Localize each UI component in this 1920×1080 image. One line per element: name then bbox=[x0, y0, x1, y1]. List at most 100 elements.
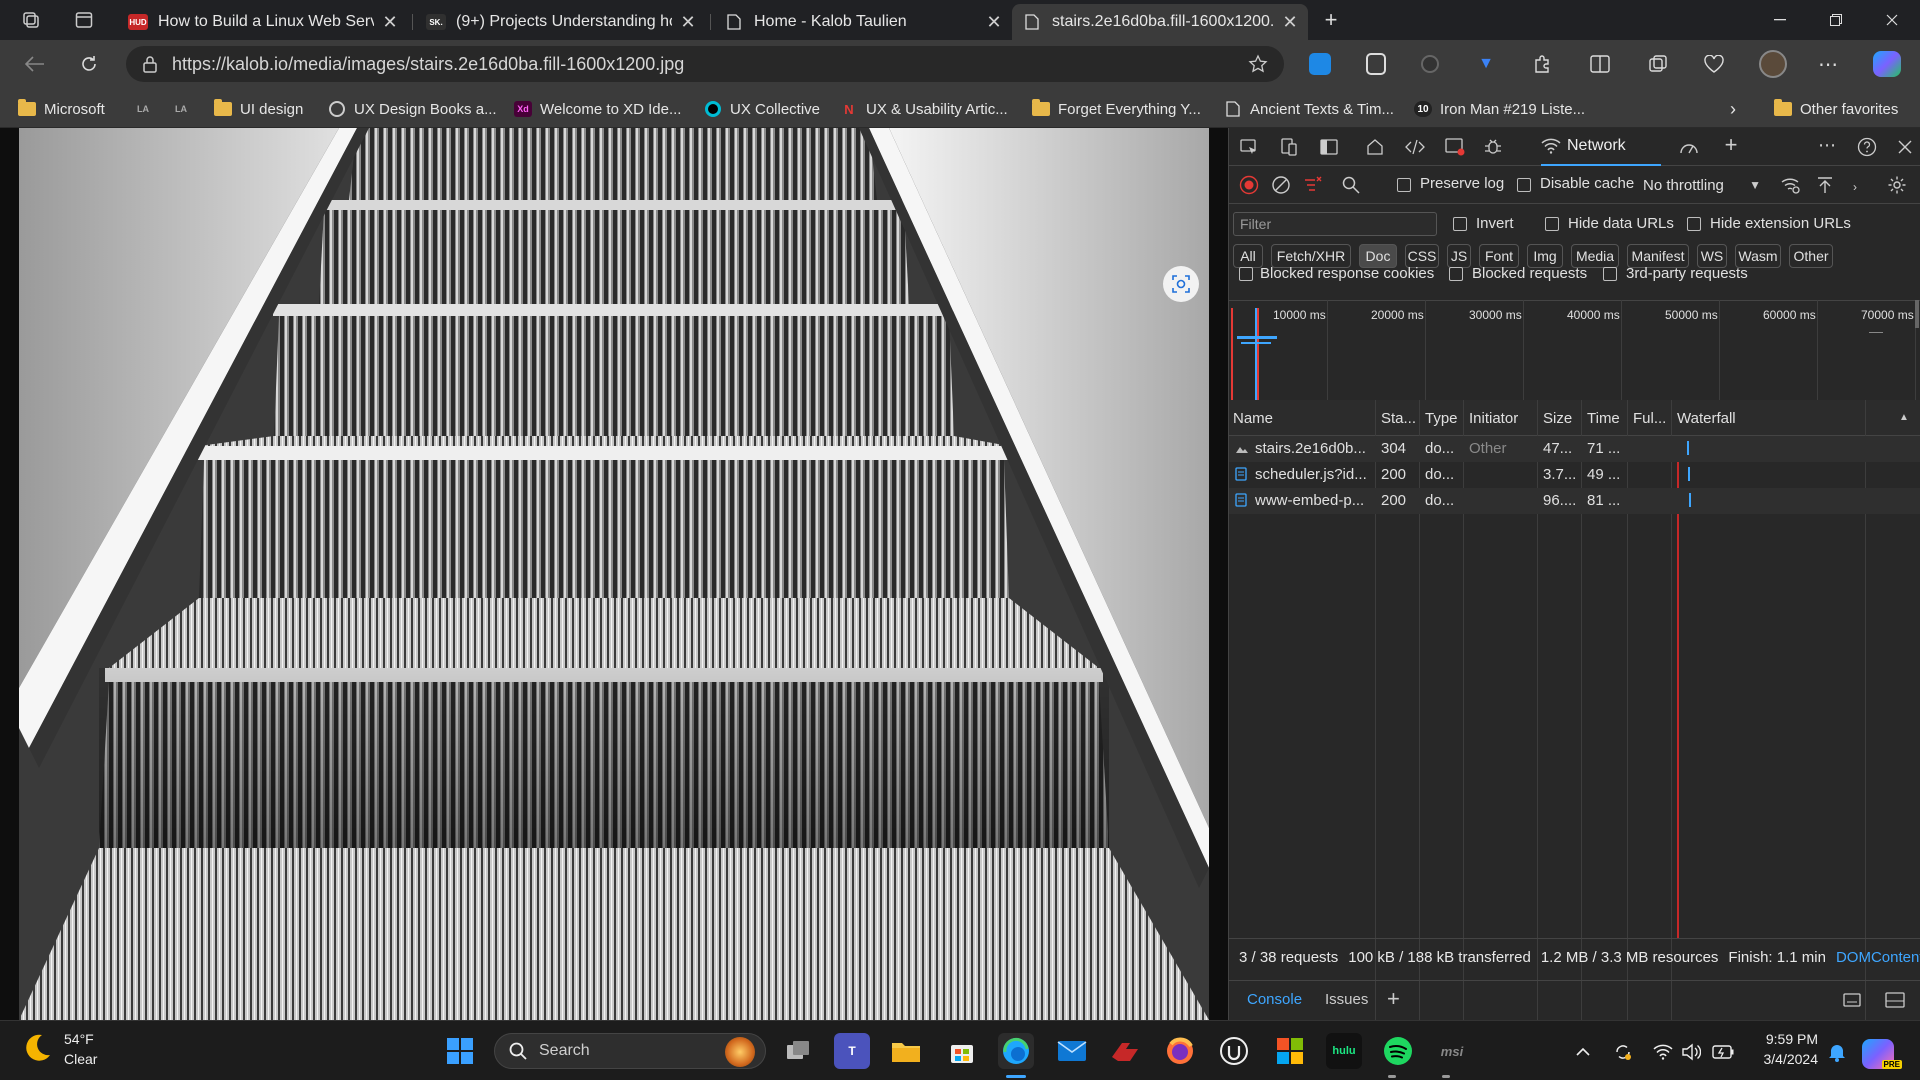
dock-side-icon[interactable] bbox=[1317, 135, 1341, 159]
battery-icon[interactable] bbox=[1712, 1041, 1734, 1063]
wifi-icon[interactable] bbox=[1652, 1041, 1674, 1063]
tab-network[interactable]: Network bbox=[1541, 128, 1661, 166]
notification-bell-icon[interactable] bbox=[1826, 1041, 1848, 1063]
volume-icon[interactable] bbox=[1680, 1041, 1702, 1063]
escalator-stairs-image[interactable] bbox=[19, 128, 1209, 1020]
throttling-select[interactable]: No throttling ▼ bbox=[1643, 172, 1761, 198]
bookmark-ux-design-books[interactable]: UX Design Books a... bbox=[328, 98, 497, 120]
type-filter-js[interactable]: JS bbox=[1447, 244, 1471, 268]
moon-weather-icon[interactable] bbox=[20, 1031, 60, 1071]
bookmark-ux-usability[interactable]: N UX & Usability Artic... bbox=[840, 98, 1007, 120]
preserve-log-checkbox[interactable] bbox=[1397, 178, 1411, 192]
bookmark-ux-collective[interactable]: UX Collective bbox=[704, 98, 820, 120]
hide-extension-urls-checkbox[interactable] bbox=[1687, 217, 1701, 231]
bookmark-other-favorites[interactable]: Other favorites bbox=[1774, 98, 1898, 120]
column-header-name[interactable]: Name bbox=[1233, 410, 1343, 427]
chevron-up-icon[interactable] bbox=[1572, 1041, 1594, 1063]
msi-icon[interactable]: msi bbox=[1434, 1033, 1470, 1069]
network-settings-gear-icon[interactable] bbox=[1885, 173, 1909, 197]
dock-drawer-icon[interactable] bbox=[1843, 991, 1863, 1009]
close-window-icon[interactable] bbox=[1864, 0, 1920, 40]
close-icon[interactable]: ✕ bbox=[382, 12, 398, 33]
blocked-requests-checkbox[interactable] bbox=[1449, 267, 1463, 281]
file-explorer-icon[interactable] bbox=[888, 1033, 924, 1069]
tab-linux-web-server[interactable]: HUD How to Build a Linux Web Server ✕ bbox=[118, 4, 408, 40]
address-bar[interactable]: https://kalob.io/media/images/stairs.2e1… bbox=[126, 46, 1284, 82]
blocked-response-cookies-checkbox[interactable] bbox=[1239, 267, 1253, 281]
add-tool-icon[interactable]: + bbox=[1719, 132, 1743, 157]
welcome-home-icon[interactable] bbox=[1363, 135, 1387, 159]
profile-avatar[interactable] bbox=[1758, 49, 1788, 79]
lock-icon[interactable] bbox=[142, 55, 158, 73]
game-app-icon[interactable] bbox=[1108, 1033, 1144, 1069]
close-drawer-icon[interactable] bbox=[1885, 991, 1905, 1009]
help-icon[interactable] bbox=[1855, 135, 1879, 159]
drawer-tab-issues[interactable]: Issues bbox=[1325, 991, 1368, 1008]
unreal-engine-icon[interactable] bbox=[1216, 1033, 1252, 1069]
type-filter-other[interactable]: Other bbox=[1789, 244, 1833, 268]
tab-home-kalob[interactable]: Home - Kalob Taulien ✕ bbox=[714, 4, 1012, 40]
performance-icon[interactable] bbox=[1677, 135, 1701, 159]
taskbar-search-box[interactable]: Search bbox=[494, 1033, 766, 1069]
column-header-fulfilled[interactable]: Ful... bbox=[1633, 410, 1667, 427]
onedrive-extension-icon[interactable] bbox=[1308, 52, 1332, 76]
collections-icon[interactable] bbox=[1646, 52, 1670, 76]
more-chevron-icon[interactable]: › bbox=[1843, 175, 1867, 199]
bookmark-ui-design[interactable]: UI design bbox=[214, 98, 303, 120]
device-toolbar-icon[interactable] bbox=[1277, 135, 1301, 159]
spotify-icon[interactable] bbox=[1380, 1033, 1416, 1069]
workspaces-icon[interactable] bbox=[18, 8, 44, 32]
more-tools-icon[interactable]: ⋯ bbox=[1815, 133, 1839, 157]
console-errors-icon[interactable] bbox=[1443, 135, 1467, 159]
office-icon[interactable] bbox=[1272, 1033, 1308, 1069]
clock-date[interactable]: 3/4/2024 bbox=[1748, 1051, 1819, 1067]
teams-icon[interactable]: T bbox=[834, 1033, 870, 1069]
more-options-icon[interactable]: ⋯ bbox=[1816, 52, 1840, 76]
extension-icon[interactable] bbox=[1418, 52, 1442, 76]
task-view-icon[interactable] bbox=[780, 1033, 816, 1069]
column-header-time[interactable]: Time bbox=[1587, 410, 1621, 427]
disable-cache-checkbox[interactable] bbox=[1517, 178, 1531, 192]
filter-funnel-icon[interactable] bbox=[1301, 173, 1325, 197]
network-conditions-icon[interactable] bbox=[1779, 173, 1803, 197]
minimize-icon[interactable] bbox=[1752, 0, 1808, 40]
split-screen-icon[interactable] bbox=[1588, 52, 1612, 76]
mail-icon[interactable] bbox=[1054, 1033, 1090, 1069]
import-har-icon[interactable] bbox=[1813, 173, 1837, 197]
close-icon[interactable]: ✕ bbox=[1282, 12, 1298, 33]
close-devtools-icon[interactable] bbox=[1893, 135, 1917, 159]
microsoft-store-icon[interactable] bbox=[944, 1033, 980, 1069]
firefox-icon[interactable] bbox=[1162, 1033, 1198, 1069]
clear-icon[interactable] bbox=[1269, 173, 1293, 197]
invert-checkbox[interactable] bbox=[1453, 217, 1467, 231]
elements-code-icon[interactable] bbox=[1403, 135, 1427, 159]
new-tab-icon[interactable]: + bbox=[1318, 7, 1344, 32]
windows-start-icon[interactable] bbox=[442, 1033, 478, 1069]
refresh-icon[interactable] bbox=[74, 50, 104, 78]
hulu-icon[interactable]: hulu bbox=[1326, 1033, 1362, 1069]
restore-icon[interactable] bbox=[1808, 0, 1864, 40]
close-icon[interactable]: ✕ bbox=[680, 12, 696, 33]
password-extension-icon[interactable] bbox=[1364, 52, 1388, 76]
filter-input[interactable]: Filter bbox=[1233, 212, 1437, 236]
bookmark-la-1[interactable]: LA bbox=[134, 98, 160, 120]
tab-actions-icon[interactable] bbox=[71, 8, 97, 32]
extensions-puzzle-icon[interactable] bbox=[1530, 52, 1554, 76]
column-header-type[interactable]: Type bbox=[1425, 410, 1459, 427]
chevron-right-icon[interactable]: › bbox=[1730, 98, 1736, 120]
column-header-initiator[interactable]: Initiator bbox=[1469, 410, 1531, 427]
bookmark-iron-man[interactable]: 10 Iron Man #219 Liste... bbox=[1414, 98, 1585, 120]
bookmark-extension-icon[interactable]: ▼ bbox=[1474, 52, 1498, 76]
drawer-tab-console[interactable]: Console bbox=[1247, 991, 1302, 1008]
sync-status-icon[interactable] bbox=[1612, 1041, 1634, 1063]
bookmark-ancient-texts[interactable]: Ancient Texts & Tim... bbox=[1224, 98, 1394, 120]
favorite-star-icon[interactable] bbox=[1248, 54, 1268, 74]
bookmark-la-2[interactable]: LA bbox=[172, 98, 198, 120]
tab-projects[interactable]: SK. (9+) Projects Understanding how ✕ bbox=[416, 4, 706, 40]
visual-search-icon[interactable] bbox=[1163, 266, 1199, 302]
bookmark-forget-everything[interactable]: Forget Everything Y... bbox=[1032, 98, 1201, 120]
type-filter-all[interactable]: All bbox=[1233, 244, 1263, 268]
search-icon[interactable] bbox=[1339, 173, 1363, 197]
hide-data-urls-checkbox[interactable] bbox=[1545, 217, 1559, 231]
url-text[interactable]: https://kalob.io/media/images/stairs.2e1… bbox=[172, 54, 684, 75]
